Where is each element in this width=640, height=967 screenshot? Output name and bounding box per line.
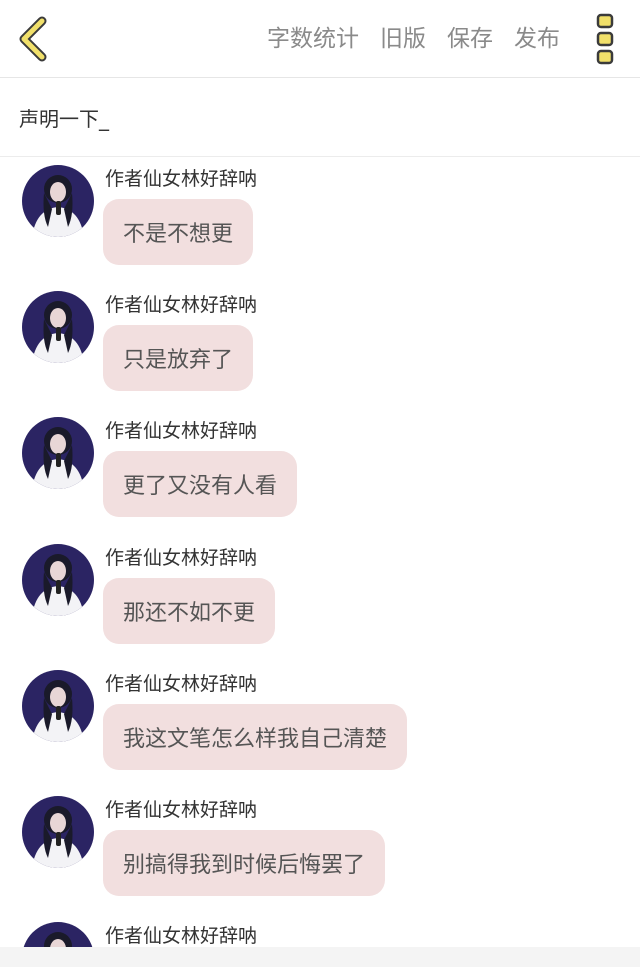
avatar-image (22, 291, 94, 363)
publish-button[interactable]: 发布 (514, 24, 560, 54)
chat-message: 作者仙女林好辞呐 我这文笔怎么样我自己清楚 (0, 662, 640, 788)
sender-name: 作者仙女林好辞呐 (105, 547, 258, 569)
avatar[interactable] (22, 670, 94, 742)
chat-message: 作者仙女林好辞呐 不是不想更 (0, 157, 640, 283)
sender-name: 作者仙女林好辞呐 (105, 420, 258, 442)
chat-message: 作者仙女林好辞呐 那还不如不更 (0, 536, 640, 662)
avatar-image (22, 417, 94, 489)
message-bubble[interactable]: 更了又没有人看 (103, 451, 298, 517)
message-bubble[interactable]: 别搞得我到时候后悔罢了 (103, 830, 386, 896)
avatar-image (22, 165, 94, 237)
message-bubble[interactable]: 只是放弃了 (103, 325, 254, 391)
avatar[interactable] (22, 165, 94, 237)
top-toolbar: 字数统计 旧版 保存 发布 (0, 0, 640, 78)
chat-message: 作者仙女林好辞呐 更了又没有人看 (0, 409, 640, 535)
message-bubble[interactable]: 那还不如不更 (103, 578, 276, 644)
avatar[interactable] (22, 796, 94, 868)
sender-name: 作者仙女林好辞呐 (105, 168, 258, 190)
chapter-title: 声明一下_ (19, 107, 109, 131)
message-bubble[interactable]: 我这文笔怎么样我自己清楚 (103, 704, 408, 770)
chat-message: 作者仙女林好辞呐 别搞得我到时候后悔罢了 (0, 788, 640, 914)
sender-name: 作者仙女林好辞呐 (105, 294, 258, 316)
avatar-image (22, 544, 94, 616)
bottom-bar (0, 947, 640, 967)
avatar[interactable] (22, 544, 94, 616)
avatar[interactable] (22, 922, 94, 947)
more-vertical-icon (596, 13, 614, 65)
more-menu-button[interactable] (592, 12, 618, 66)
sender-name: 作者仙女林好辞呐 (105, 799, 258, 821)
word-count-button[interactable]: 字数统计 (267, 24, 359, 54)
sender-name: 作者仙女林好辞呐 (105, 673, 258, 695)
chevron-left-icon (19, 16, 47, 62)
avatar[interactable] (22, 291, 94, 363)
sender-name: 作者仙女林好辞呐 (105, 925, 258, 947)
save-button[interactable]: 保存 (447, 24, 493, 54)
chat-message: 作者仙女林好辞呐 只是放弃了 (0, 283, 640, 409)
message-bubble[interactable]: 不是不想更 (103, 199, 254, 265)
avatar-image (22, 796, 94, 868)
chat-message: 作者仙女林好辞呐 (0, 914, 640, 947)
header-actions: 字数统计 旧版 保存 发布 (267, 24, 560, 54)
avatar-image (22, 670, 94, 742)
avatar-image (22, 922, 94, 947)
chapter-title-field[interactable]: 声明一下_ (0, 78, 640, 157)
old-version-button[interactable]: 旧版 (380, 24, 426, 54)
back-button[interactable] (14, 15, 54, 63)
avatar[interactable] (22, 417, 94, 489)
